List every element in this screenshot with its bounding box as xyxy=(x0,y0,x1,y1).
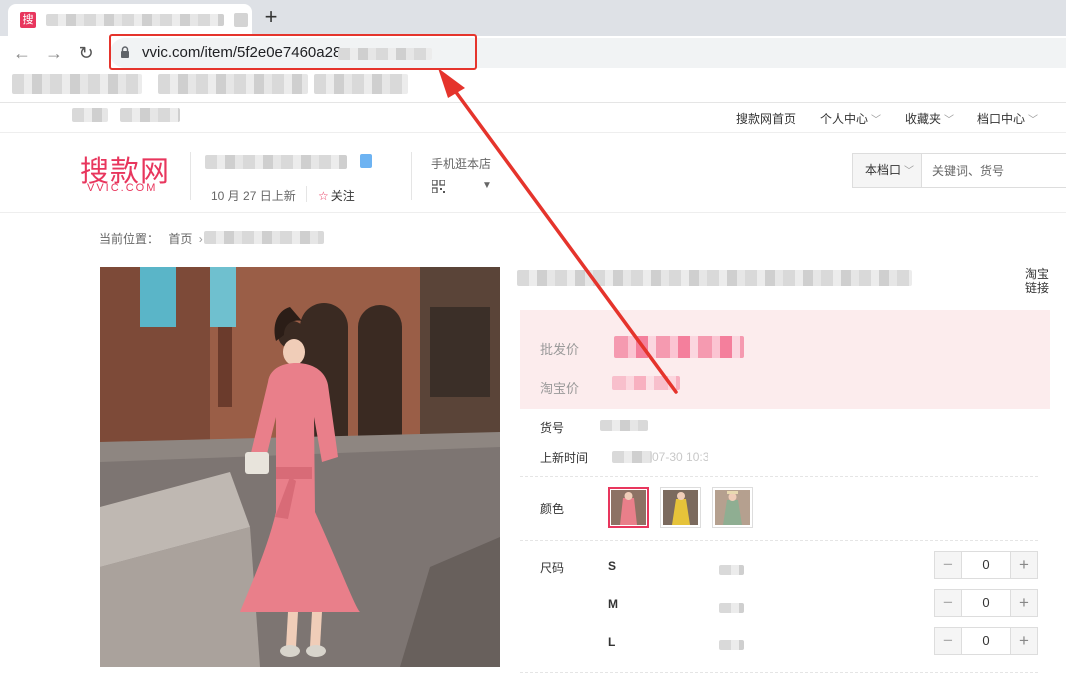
breadcrumb: 当前位置： 首页 › xyxy=(99,230,203,247)
taobao-price-label: 淘宝价 xyxy=(540,381,580,396)
qr-code-icon[interactable] xyxy=(432,180,445,193)
decrement-button[interactable]: − xyxy=(935,552,962,578)
shop-update-date: 10 月 27 日上新 xyxy=(211,189,296,203)
chevron-down-icon: ﹀ xyxy=(904,166,915,177)
listed-time-text: 07-30 10:30 xyxy=(652,450,708,464)
divider xyxy=(520,540,1038,541)
listed-time-value: 07-30 10:30 xyxy=(612,450,708,466)
color-swatch-image xyxy=(611,490,646,525)
divider xyxy=(0,102,1066,103)
chevron-down-icon: ﹀ xyxy=(944,115,955,126)
reload-icon[interactable]: ↻ xyxy=(74,41,98,65)
site-top-nav: 搜款网首页 个人中心 ﹀ 收藏夹 ﹀ 档口中心 ﹀ xyxy=(0,106,1066,130)
price-panel: 批发价 淘宝价 xyxy=(520,310,1050,409)
size-name: L xyxy=(608,635,616,649)
divider xyxy=(520,672,1038,673)
star-outline-icon: ☆ xyxy=(318,189,329,203)
bookmark-redacted[interactable] xyxy=(314,74,408,94)
size-label: 尺码 xyxy=(540,561,565,575)
follow-button[interactable]: ☆ 关注 xyxy=(318,187,355,204)
breadcrumb-item-redacted[interactable] xyxy=(204,231,324,244)
color-swatch-image xyxy=(663,490,698,525)
breadcrumb-prefix: 当前位置： xyxy=(99,232,160,246)
url-highlight-box xyxy=(109,34,477,70)
site-logo-subtitle: VVIC.COM xyxy=(87,182,158,194)
bookmarks-bar xyxy=(0,70,1066,122)
color-label: 颜色 xyxy=(540,502,565,516)
forward-arrow-icon[interactable]: → xyxy=(42,41,66,65)
topnav-stall-center[interactable]: 档口中心 ﹀ xyxy=(977,110,1038,127)
color-swatch-pink[interactable] xyxy=(608,487,649,528)
taobao-price-redacted xyxy=(612,376,680,390)
quantity-stepper: − 0 + xyxy=(934,551,1038,579)
item-no-redacted xyxy=(600,420,648,431)
item-no-label: 货号 xyxy=(540,421,565,435)
quantity-stepper: − 0 + xyxy=(934,589,1038,617)
bookmark-redacted[interactable] xyxy=(12,74,142,94)
stock-redacted xyxy=(719,603,744,613)
topnav-home[interactable]: 搜款网首页 xyxy=(736,110,796,127)
wholesale-price-label: 批发价 xyxy=(540,342,580,357)
divider xyxy=(411,152,412,200)
increment-button[interactable]: + xyxy=(1010,590,1037,616)
divider xyxy=(0,132,1066,133)
color-swatch-image xyxy=(715,490,750,525)
bookmark-redacted[interactable] xyxy=(158,74,308,94)
color-swatch-green[interactable] xyxy=(712,487,753,528)
browser-tab-bar: 搜 + xyxy=(0,0,1066,36)
product-main-image[interactable] xyxy=(100,267,500,667)
shop-name-redacted[interactable] xyxy=(205,155,347,169)
listed-time-label: 上新时间 xyxy=(540,451,589,465)
decrement-button[interactable]: − xyxy=(935,590,962,616)
chevron-down-icon: ﹀ xyxy=(871,115,882,126)
browser-tab[interactable]: 搜 xyxy=(8,4,252,36)
tab-title-redacted xyxy=(46,14,224,26)
size-name: S xyxy=(608,559,617,573)
divider xyxy=(306,186,307,202)
size-name: M xyxy=(608,597,618,611)
topnav-favorites[interactable]: 收藏夹 ﹀ xyxy=(905,110,954,127)
stock-redacted xyxy=(719,565,744,575)
search-scope-select[interactable]: 本档口 ﹀ xyxy=(852,153,922,188)
caret-down-icon[interactable]: ▼ xyxy=(482,180,492,191)
increment-button[interactable]: + xyxy=(1010,552,1037,578)
verified-badge-icon xyxy=(360,154,372,168)
quantity-stepper: − 0 + xyxy=(934,627,1038,655)
quantity-input[interactable]: 0 xyxy=(962,552,1010,578)
divider xyxy=(520,476,1038,477)
increment-button[interactable]: + xyxy=(1010,628,1037,654)
divider xyxy=(190,152,191,200)
product-title-redacted xyxy=(517,270,912,286)
mobile-store-label: 手机逛本店 xyxy=(431,157,492,171)
decrement-button[interactable]: − xyxy=(935,628,962,654)
listed-time-redacted xyxy=(612,451,652,463)
color-swatch-yellow[interactable] xyxy=(660,487,701,528)
wholesale-price-redacted xyxy=(614,336,744,358)
breadcrumb-separator: › xyxy=(198,232,203,246)
new-tab-button[interactable]: + xyxy=(258,4,284,30)
back-arrow-icon[interactable]: ← xyxy=(10,41,34,65)
breadcrumb-home-link[interactable]: 首页 xyxy=(168,232,192,246)
divider xyxy=(0,212,1066,213)
tab-close-icon[interactable] xyxy=(234,13,248,27)
topnav-personal-center[interactable]: 个人中心 ﹀ xyxy=(820,110,881,127)
search-input[interactable] xyxy=(921,153,1066,188)
chevron-down-icon: ﹀ xyxy=(1028,115,1039,126)
stock-redacted xyxy=(719,640,744,650)
site-favicon-icon: 搜 xyxy=(20,12,36,28)
taobao-link[interactable]: 淘宝链接 xyxy=(1025,267,1053,295)
quantity-input[interactable]: 0 xyxy=(962,590,1010,616)
quantity-input[interactable]: 0 xyxy=(962,628,1010,654)
